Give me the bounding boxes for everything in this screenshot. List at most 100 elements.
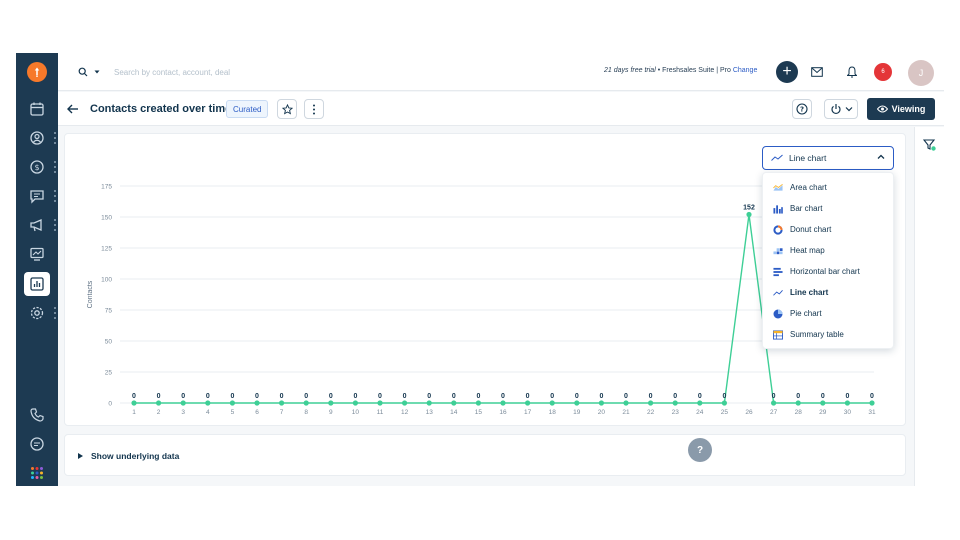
sidebar-item-dashboards[interactable] (16, 242, 58, 266)
bell-icon (847, 66, 857, 78)
change-plan-link[interactable]: Change (733, 67, 758, 74)
sidebar-item-chat[interactable] (16, 432, 58, 456)
more-dots-icon (53, 132, 56, 144)
reports-icon (30, 277, 44, 291)
summary-table-icon (773, 329, 783, 340)
x-tick-label: 14 (450, 409, 458, 416)
sidebar-item-phone[interactable] (16, 403, 58, 427)
data-label: 0 (427, 393, 431, 400)
data-label: 0 (476, 393, 480, 400)
data-point (131, 400, 137, 406)
chevron-up-icon (877, 154, 885, 159)
x-tick-label: 19 (573, 409, 581, 416)
sidebar-item-contacts[interactable] (16, 126, 58, 150)
export-menu-button[interactable] (824, 99, 858, 119)
caret-right-icon (78, 453, 83, 459)
data-label: 0 (206, 393, 210, 400)
x-tick-label: 11 (377, 409, 384, 416)
freshsales-logo[interactable] (27, 62, 47, 82)
data-label: 0 (722, 393, 726, 400)
data-point (746, 211, 752, 218)
notifications-button[interactable] (845, 65, 859, 79)
x-tick-label: 16 (499, 409, 507, 416)
area-chart-icon (773, 183, 783, 191)
y-tick-label: 0 (108, 401, 112, 408)
data-point (402, 400, 408, 406)
data-label: 0 (452, 393, 456, 400)
data-label: 0 (624, 393, 628, 400)
x-tick-label: 1 (132, 409, 136, 416)
curated-badge: Curated (226, 100, 269, 118)
y-tick-label: 75 (105, 308, 113, 315)
line-chart-icon (771, 154, 783, 161)
data-label: 0 (157, 393, 161, 400)
data-point (697, 400, 703, 406)
filter-icon[interactable] (923, 139, 936, 151)
sidebar-item-reports[interactable] (16, 272, 58, 296)
caret-down-icon[interactable] (94, 69, 100, 75)
back-arrow-icon[interactable] (66, 102, 80, 116)
underlying-data-panel[interactable]: Show underlying data (64, 434, 906, 476)
search-input[interactable]: Search by contact, account, deal (114, 68, 230, 77)
data-label: 0 (403, 393, 407, 400)
chart-type-select[interactable]: Line chart (762, 146, 894, 170)
sidebar-item-deals[interactable]: $ (16, 155, 58, 179)
data-label: 0 (575, 393, 579, 400)
calendar-icon (30, 102, 44, 116)
global-search[interactable]: Search by contact, account, deal (78, 65, 230, 79)
chart-type-option-line[interactable]: Line chart (763, 282, 893, 303)
apps-grid-icon (31, 467, 43, 479)
sidebar-item-app-switcher[interactable] (16, 461, 58, 485)
chart-type-option-area[interactable]: Area chart (763, 177, 893, 198)
chart-type-option-heatmap[interactable]: Heat map (763, 240, 893, 261)
chart-type-option-pie[interactable]: Pie chart (763, 303, 893, 324)
donut-chart-icon (773, 224, 783, 235)
chart-type-option-label: Donut chart (790, 225, 832, 234)
x-tick-label: 26 (745, 409, 753, 416)
x-tick-label: 24 (696, 409, 704, 416)
chart-type-option-horizontal-bar[interactable]: Horizontal bar chart (763, 261, 893, 282)
x-tick-label: 5 (231, 409, 235, 416)
mail-button[interactable] (810, 65, 824, 79)
y-axis-label: Contacts (87, 280, 94, 308)
x-tick-label: 8 (304, 409, 308, 416)
notification-count-badge[interactable]: 6 (874, 63, 892, 81)
chart-type-option-bar[interactable]: Bar chart (763, 198, 893, 219)
left-sidebar: $ (16, 53, 58, 486)
data-label: 0 (280, 393, 284, 400)
data-label: 0 (772, 393, 776, 400)
data-point (549, 400, 555, 406)
sidebar-item-marketing[interactable] (16, 213, 58, 237)
data-point (303, 400, 309, 406)
horizontal-bar-chart-icon (773, 267, 783, 276)
quick-add-button[interactable]: + (776, 61, 798, 83)
chart-type-option-label: Bar chart (790, 204, 823, 213)
chart-type-selected: Line chart (789, 153, 827, 163)
chart-type-option-donut[interactable]: Donut chart (763, 219, 893, 240)
viewing-button[interactable]: Viewing (867, 98, 935, 120)
trial-info: 21 days free trial • Freshsales Suite | … (604, 67, 757, 74)
sidebar-item-calendar[interactable] (16, 97, 58, 121)
chart-type-option-summary-table[interactable]: Summary table (763, 324, 893, 345)
data-point (156, 400, 162, 406)
x-tick-label: 18 (549, 409, 557, 416)
y-tick-label: 50 (105, 339, 113, 346)
show-underlying-data-toggle[interactable]: Show underlying data (91, 451, 179, 461)
svg-text:?: ? (800, 106, 804, 114)
bar-chart-icon (773, 204, 783, 214)
favorite-button[interactable] (277, 99, 297, 119)
x-tick-label: 12 (401, 409, 409, 416)
user-avatar[interactable]: J (908, 60, 934, 86)
sidebar-item-settings[interactable] (16, 301, 58, 325)
more-dots-icon (53, 307, 56, 319)
more-dots-icon (53, 190, 56, 202)
help-widget-button[interactable]: ? (688, 438, 712, 462)
report-header: Contacts created over time Curated ? Vie… (58, 92, 944, 126)
more-options-button[interactable] (304, 99, 324, 119)
help-button[interactable]: ? (792, 99, 812, 119)
data-label: 0 (304, 393, 308, 400)
data-point (844, 400, 851, 406)
sidebar-item-conversations[interactable] (16, 184, 58, 208)
contact-icon (30, 131, 44, 145)
data-label: 0 (353, 393, 357, 400)
